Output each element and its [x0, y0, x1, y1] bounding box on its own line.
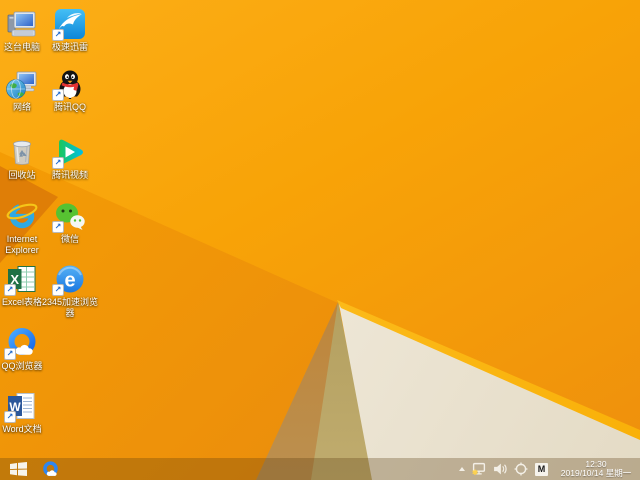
windows-logo-icon — [9, 462, 27, 476]
shortcut-arrow-icon — [52, 221, 64, 233]
word-icon: W — [4, 390, 38, 423]
safety-icon[interactable] — [514, 462, 528, 476]
desktop[interactable]: 这台电脑 网络 回收站 Internet Explorer X ↗ Excel表… — [0, 0, 640, 480]
shortcut-arrow-icon — [52, 89, 64, 101]
desktop-icon-qq-browser[interactable]: QQ浏览器 — [0, 327, 52, 372]
start-button[interactable] — [0, 458, 36, 480]
network-icon — [6, 68, 38, 100]
desktop-icon-word[interactable]: W Word文档 — [0, 390, 52, 435]
icon-label: 腾讯QQ — [53, 102, 86, 112]
shortcut-arrow-icon — [4, 284, 16, 296]
shortcut-arrow-icon — [4, 348, 16, 360]
icon-label: Word文档 — [2, 424, 42, 434]
icon-label: 极速迅雷 — [51, 42, 88, 52]
tencent-video-icon — [52, 136, 86, 169]
icon-label: 微信 — [60, 234, 79, 244]
desktop-icon-tencent-video[interactable]: 腾讯视频 — [40, 136, 100, 181]
clock-date: 2019/10/14 星期一 — [560, 468, 632, 478]
this-pc-icon — [6, 8, 38, 40]
desktop-icon-wechat[interactable]: 微信 — [40, 200, 100, 245]
qq-browser-icon — [42, 460, 58, 476]
xunlei-icon — [52, 8, 86, 41]
svg-text:e: e — [64, 270, 75, 292]
volume-icon[interactable] — [493, 462, 507, 476]
tencent-qq-icon — [52, 68, 86, 101]
input-method-indicator[interactable]: M — [535, 462, 548, 476]
shortcut-arrow-icon — [52, 157, 64, 169]
wechat-icon — [52, 200, 86, 233]
2345-browser-icon: e — [52, 263, 86, 296]
icon-label: 2345加速浏览器 — [41, 297, 99, 318]
desktop-icon-tencent-qq[interactable]: 腾讯QQ — [40, 68, 100, 113]
taskbar: M 12:30 2019/10/14 星期一 — [0, 458, 640, 480]
icon-label: QQ浏览器 — [1, 361, 43, 371]
excel-icon: X — [4, 263, 38, 296]
system-tray: M 12:30 2019/10/14 星期一 — [459, 458, 640, 480]
qq-browser-icon — [4, 327, 38, 360]
internet-explorer-icon — [6, 200, 38, 232]
taskbar-clock[interactable]: 12:30 2019/10/14 星期一 — [555, 459, 637, 479]
network-status-icon[interactable] — [472, 462, 486, 476]
shortcut-arrow-icon — [4, 411, 16, 423]
taskbar-qq-browser-button[interactable] — [36, 458, 64, 480]
hidden-icons-chevron[interactable] — [459, 467, 465, 471]
shortcut-arrow-icon — [52, 284, 64, 296]
icon-label: 腾讯视频 — [51, 170, 88, 180]
desktop-icon-2345-browser[interactable]: e 2345加速浏览器 — [40, 263, 100, 319]
desktop-icon-xunlei[interactable]: 极速迅雷 — [40, 8, 100, 53]
shortcut-arrow-icon — [52, 29, 64, 41]
recycle-bin-icon — [6, 136, 38, 168]
